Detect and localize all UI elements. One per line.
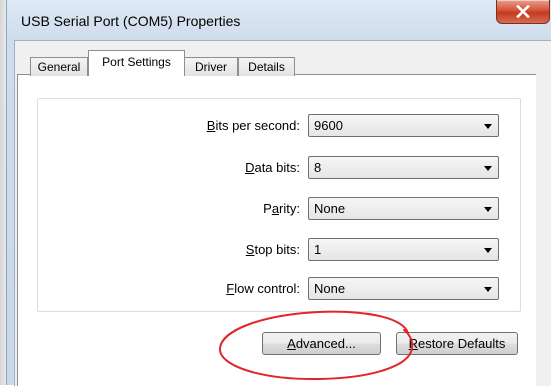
chevron-down-icon [484, 207, 492, 212]
chevron-down-icon [484, 124, 492, 129]
bits-per-second-value: 9600 [314, 118, 343, 133]
restore-defaults-button[interactable]: Restore Defaults [396, 332, 518, 355]
data-bits-value: 8 [314, 160, 322, 175]
flow-control-value: None [314, 281, 346, 296]
tab-details-label: Details [248, 60, 285, 74]
tab-driver-label: Driver [195, 60, 227, 74]
stop-bits-select[interactable]: 1 [308, 238, 499, 261]
chevron-down-icon [484, 287, 492, 292]
tab-details[interactable]: Details [238, 57, 295, 76]
tab-driver[interactable]: Driver [184, 57, 238, 76]
chevron-down-icon [484, 166, 492, 171]
tab-port-settings[interactable]: Port Settings [88, 50, 185, 76]
title-bar[interactable]: USB Serial Port (COM5) Properties [7, 0, 551, 40]
tab-general[interactable]: General [30, 57, 88, 76]
stop-bits-label: Stop bits: [245, 242, 300, 257]
stop-bits-value: 1 [314, 242, 322, 257]
flow-control-select[interactable]: None [308, 277, 499, 300]
close-button[interactable] [496, 0, 550, 24]
close-icon [516, 5, 530, 18]
tab-port-settings-label: Port Settings [102, 55, 171, 69]
advanced-button[interactable]: Advanced... [262, 332, 381, 355]
window-title: USB Serial Port (COM5) Properties [21, 13, 241, 29]
data-bits-select[interactable]: 8 [308, 156, 499, 179]
parity-select[interactable]: None [308, 197, 499, 220]
tab-general-label: General [37, 60, 81, 74]
bits-per-second-select[interactable]: 9600 [308, 114, 499, 137]
parity-value: None [314, 201, 346, 216]
chevron-down-icon [484, 248, 492, 253]
flow-control-label: Flow control: [226, 281, 300, 296]
bits-per-second-label: Bits per second: [206, 118, 300, 133]
parity-label: Parity: [263, 201, 300, 216]
data-bits-label: Data bits: [245, 160, 300, 175]
